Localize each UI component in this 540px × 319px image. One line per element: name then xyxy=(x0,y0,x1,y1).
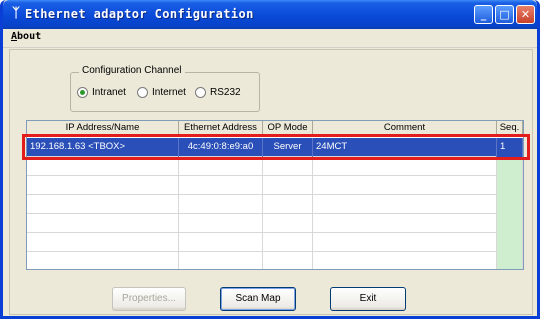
empty-cell xyxy=(497,176,523,195)
title-bar[interactable]: ᛉ Ethernet adaptor Configuration _ □ ✕ xyxy=(3,0,537,29)
empty-cell xyxy=(313,176,497,195)
empty-cell xyxy=(179,252,263,269)
main-window: ᛉ Ethernet adaptor Configuration _ □ ✕ A… xyxy=(0,0,540,319)
radio-unchecked-icon xyxy=(195,87,206,98)
selection-highlight-annotation xyxy=(22,134,530,160)
radio-internet[interactable]: Internet xyxy=(137,87,186,98)
empty-cell xyxy=(313,214,497,233)
empty-cell xyxy=(313,195,497,214)
empty-cell xyxy=(27,252,179,269)
empty-cell xyxy=(263,252,313,269)
empty-cell xyxy=(27,176,179,195)
group-legend: Configuration Channel xyxy=(79,65,185,76)
exit-button[interactable]: Exit xyxy=(330,287,406,311)
table-row[interactable] xyxy=(27,176,523,195)
table-row[interactable] xyxy=(27,233,523,252)
empty-cell xyxy=(263,233,313,252)
empty-cell xyxy=(27,233,179,252)
empty-cell xyxy=(179,214,263,233)
empty-cell xyxy=(497,252,523,269)
empty-cell xyxy=(497,195,523,214)
maximize-button[interactable]: □ xyxy=(495,5,514,24)
empty-cell xyxy=(27,214,179,233)
empty-cell xyxy=(497,214,523,233)
empty-cell xyxy=(313,252,497,269)
radio-intranet[interactable]: Intranet xyxy=(77,87,126,98)
table-row[interactable] xyxy=(27,195,523,214)
minimize-button[interactable]: _ xyxy=(474,5,493,24)
empty-cell xyxy=(179,233,263,252)
menu-about[interactable]: About xyxy=(11,31,41,42)
radio-unchecked-icon xyxy=(137,87,148,98)
properties-button[interactable]: Properties... xyxy=(112,287,186,311)
empty-cell xyxy=(263,195,313,214)
table-row[interactable] xyxy=(27,252,523,269)
empty-cell xyxy=(179,176,263,195)
radio-label: Internet xyxy=(152,87,186,98)
configuration-channel-group: Configuration Channel Intranet Internet … xyxy=(70,65,260,112)
radio-checked-icon xyxy=(77,87,88,98)
dialog-body: Configuration Channel Intranet Internet … xyxy=(9,49,533,315)
scan-map-button[interactable]: Scan Map xyxy=(220,287,296,311)
empty-cell xyxy=(27,195,179,214)
network-adaptor-icon[interactable]: ᛉ xyxy=(9,7,23,21)
empty-cell xyxy=(179,195,263,214)
radio-label: RS232 xyxy=(210,87,241,98)
radio-rs232[interactable]: RS232 xyxy=(195,87,241,98)
empty-cell xyxy=(497,233,523,252)
menu-bar: About xyxy=(3,29,537,48)
empty-cell xyxy=(263,214,313,233)
close-button[interactable]: ✕ xyxy=(516,5,535,24)
table-row[interactable] xyxy=(27,214,523,233)
empty-cell xyxy=(263,176,313,195)
empty-cell xyxy=(313,233,497,252)
window-title: Ethernet adaptor Configuration xyxy=(25,7,254,21)
radio-label: Intranet xyxy=(92,87,126,98)
